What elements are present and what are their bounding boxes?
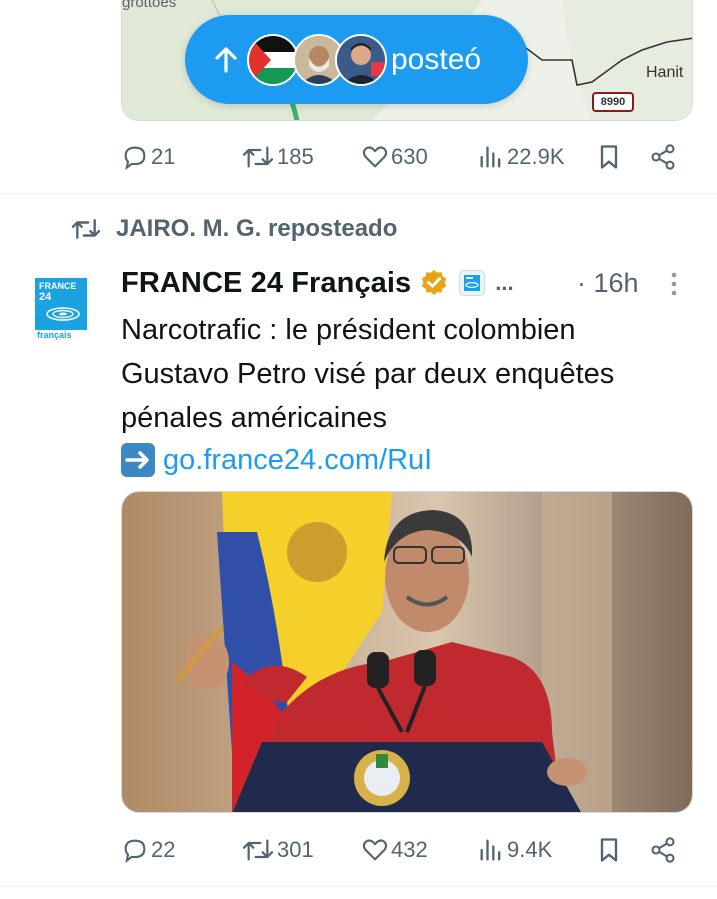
gold-verified-badge-icon[interactable] [419,268,449,298]
like-button[interactable]: 630 [361,143,428,171]
bookmark-icon [600,838,618,862]
share-icon [651,144,675,170]
like-count: 630 [391,144,428,169]
tweet-image[interactable] [121,491,693,813]
reply-count: 22 [151,837,176,862]
tweet-text-line: Gustavo Petro visé par deux enquêtes [121,358,615,390]
bookmark-button[interactable] [596,836,622,864]
repost-icon [242,839,274,861]
person-avatar-2 [335,34,387,86]
tweet-link[interactable]: go.france24.com/RuI [163,444,432,477]
france24-logo-avatar: FRANCE 24 français [35,278,87,340]
bookmark-icon [600,145,618,169]
tweet-actions: 22 301 432 9.4K [121,836,693,866]
speaker-at-podium-photo [122,492,692,812]
previous-tweet-actions: 21 185 630 22.9K [121,143,693,173]
repost-icon [242,146,274,168]
view-count: 22.9K [507,144,565,169]
name-truncation: ... [495,270,514,295]
repost-button[interactable]: 301 [241,836,314,864]
analytics-icon [480,839,501,861]
repost-count: 301 [277,837,314,862]
tweet-link-line: go.france24.com/RuI [121,440,432,480]
more-options-icon[interactable] [669,271,679,297]
palestine-flag-avatar [247,34,299,86]
share-icon [651,837,675,863]
repost-header[interactable]: JAIRO. M. G. reposteado [70,214,397,244]
like-button[interactable]: 432 [361,836,428,864]
views-button[interactable]: 9.4K [477,836,552,864]
posted-label: posteó [391,43,482,76]
repost-icon [71,219,101,239]
map-place-label-hanit: Hanit [646,64,684,81]
heart-icon [362,839,388,861]
map-place-label: grottoes [122,0,177,11]
reply-icon [124,146,146,170]
repost-button[interactable]: 185 [241,143,314,171]
reply-button[interactable]: 21 [121,143,175,171]
repost-header-text: JAIRO. M. G. reposteado [116,215,398,242]
tweet-text: Narcotrafic : le président colombien Gus… [121,308,701,440]
analytics-icon [480,146,501,168]
reply-icon [124,839,146,863]
view-count: 9.4K [507,837,553,862]
road-number-badge: 8990 [592,92,634,112]
france24-affiliate-badge-icon[interactable] [459,270,486,296]
share-button[interactable] [649,143,677,171]
display-name[interactable]: FRANCE 24 Français [121,267,411,300]
tweet-text-line: Narcotrafic : le président colombien [121,314,576,346]
new-posts-pill[interactable]: posteó [185,15,528,104]
tweet-header: FRANCE 24 Français ... · 16h [121,263,691,303]
right-arrow-emoji-icon [121,443,155,477]
repost-count: 185 [277,144,314,169]
logo-line-2: 24 [39,291,52,303]
arrow-up-icon [215,47,237,73]
like-count: 432 [391,837,428,862]
logo-line-3: français [37,330,72,340]
reply-button[interactable]: 22 [121,836,175,864]
share-button[interactable] [649,836,677,864]
avatar[interactable]: FRANCE 24 français [35,278,87,340]
views-button[interactable]: 22.9K [477,143,565,171]
tweet-text-line: pénales américaines [121,402,387,434]
bookmark-button[interactable] [596,143,622,171]
logo-line-1: FRANCE [39,281,77,291]
heart-icon [362,146,388,168]
tweet-timestamp[interactable]: · 16h [577,268,639,299]
reply-count: 21 [151,144,176,169]
tweet-divider [0,886,717,887]
tweet-divider [0,193,717,194]
